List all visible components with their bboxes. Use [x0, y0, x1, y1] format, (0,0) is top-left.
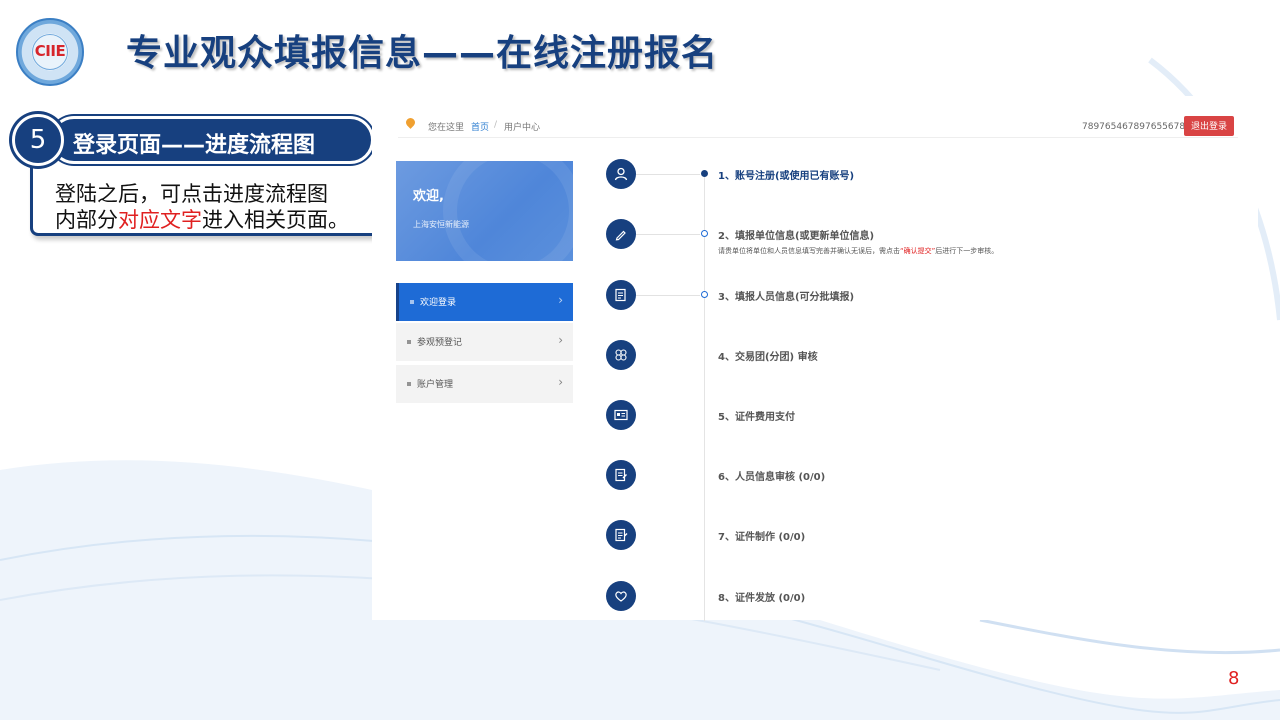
breadcrumb-current: 用户中心: [504, 123, 541, 133]
chevron-right-icon: ›: [558, 333, 563, 347]
step-title: 登录页面——进度流程图: [73, 133, 316, 158]
step-node: [701, 230, 708, 237]
step-note-text: 后进行下一步审核。: [935, 247, 999, 255]
document-icon: [606, 520, 636, 550]
card-icon: [606, 400, 636, 430]
step-label[interactable]: 6、人员信息审核 (0/0): [718, 468, 825, 483]
step-label[interactable]: 1、账号注册(或使用已有账号): [718, 167, 854, 182]
progress-step-3[interactable]: 3、填报人员信息(可分批填报): [606, 280, 1206, 312]
review-icon: [606, 460, 636, 490]
progress-step-6[interactable]: 6、人员信息审核 (0/0): [606, 460, 1206, 492]
account-id: 789765467897655678: [1082, 122, 1186, 132]
ciie-logo: CIIE: [16, 18, 84, 86]
step-connector: [636, 174, 700, 175]
menu-item-account-management[interactable]: 账户管理 ›: [396, 365, 573, 403]
menu-item-label: 账户管理: [417, 380, 454, 390]
progress-step-7[interactable]: 7、证件制作 (0/0): [606, 520, 1206, 552]
progress-step-5[interactable]: 5、证件费用支付: [606, 400, 1206, 432]
progress-step-8[interactable]: 8、证件发放 (0/0): [606, 581, 1206, 613]
step-title-banner: 登录页面——进度流程图: [50, 116, 374, 164]
step-label[interactable]: 7、证件制作 (0/0): [718, 528, 805, 543]
bullet-icon: [407, 382, 411, 386]
step-connector: [636, 295, 700, 296]
step-label[interactable]: 4、交易团(分团) 审核: [718, 348, 818, 363]
logo-text: CIIE: [34, 42, 66, 60]
user-icon: [606, 159, 636, 189]
welcome-organization: 上海安恒新能源: [413, 220, 469, 229]
description-highlight: 对应文字: [118, 208, 202, 232]
welcome-decoration: [443, 161, 573, 261]
logout-button[interactable]: 退出登录: [1184, 116, 1234, 136]
chevron-right-icon: ›: [558, 293, 563, 307]
portal-screenshot: 您在这里 首页 / 用户中心 789765467897655678 退出登录 欢…: [372, 96, 1258, 621]
portal-topbar: 您在这里 首页 / 用户中心 789765467897655678 退出登录: [398, 110, 1238, 138]
group-icon: [606, 340, 636, 370]
page-number: 8: [1228, 668, 1240, 689]
description-line-2: 内部分对应文字进入相关页面。: [55, 204, 349, 234]
step-number-badge: 5: [12, 114, 64, 166]
step-node: [701, 170, 708, 177]
breadcrumb-prefix: 您在这里: [428, 123, 465, 133]
step-note: 请贵单位将单位和人员信息填写完善并确认无误后，需点击“确认提交”后进行下一步审核…: [718, 246, 998, 256]
slide-title: 专业观众填报信息——在线注册报名: [126, 33, 719, 74]
bullet-icon: [407, 340, 411, 344]
form-icon: [606, 280, 636, 310]
pencil-icon: [606, 219, 636, 249]
menu-item-welcome[interactable]: 欢迎登录 ›: [396, 283, 573, 321]
step-label[interactable]: 2、填报单位信息(或更新单位信息): [718, 227, 874, 242]
step-node: [701, 291, 708, 298]
breadcrumb-separator: /: [494, 120, 498, 130]
description-text: 内部分: [55, 208, 118, 232]
menu-item-visit-registration[interactable]: 参观预登记 ›: [396, 323, 573, 361]
step-label[interactable]: 5、证件费用支付: [718, 408, 795, 423]
bullet-icon: [410, 300, 414, 304]
menu-item-label: 参观预登记: [417, 338, 463, 348]
step-label[interactable]: 8、证件发放 (0/0): [718, 589, 805, 604]
description-text: 进入相关页面。: [202, 208, 349, 232]
welcome-card: 欢迎, 上海安恒新能源: [396, 161, 573, 261]
heart-icon: [606, 581, 636, 611]
step-label[interactable]: 3、填报人员信息(可分批填报): [718, 288, 854, 303]
progress-step-1[interactable]: 1、账号注册(或使用已有账号): [606, 159, 1206, 191]
progress-step-4[interactable]: 4、交易团(分团) 审核: [606, 340, 1206, 372]
step-note-text: 请贵单位将单位和人员信息填写完善并确认无误后，需点击: [718, 247, 900, 255]
description-box: 登陆之后，可点击进度流程图 内部分对应文字进入相关页面。: [30, 162, 390, 236]
step-connector: [636, 234, 700, 235]
progress-step-2[interactable]: 2、填报单位信息(或更新单位信息) 请贵单位将单位和人员信息填写完善并确认无误后…: [606, 219, 1206, 265]
welcome-title: 欢迎,: [413, 189, 444, 204]
chevron-right-icon: ›: [558, 375, 563, 389]
breadcrumb-home-link[interactable]: 首页: [471, 120, 489, 133]
menu-item-label: 欢迎登录: [420, 298, 457, 308]
step-note-highlight: “确认提交”: [900, 247, 936, 255]
location-pin-icon: [404, 116, 417, 129]
